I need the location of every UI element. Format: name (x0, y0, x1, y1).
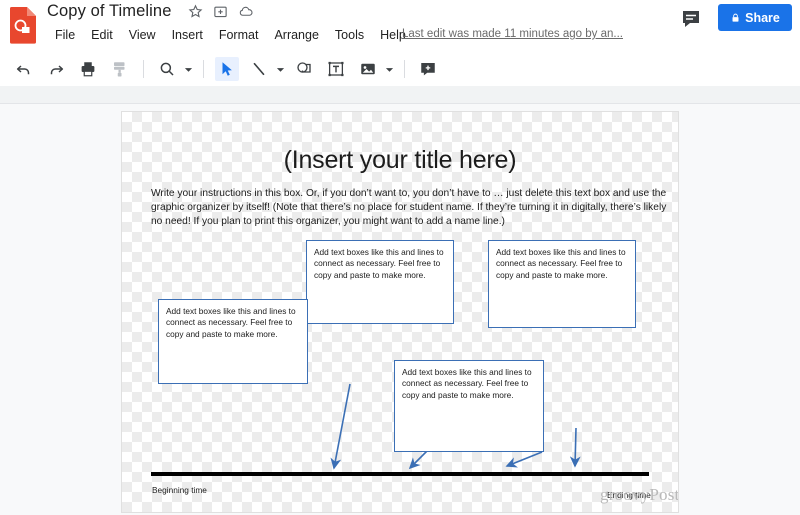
connector-bottommid-to-timeline (505, 451, 543, 468)
line-dropdown-chevron-down-icon[interactable] (275, 57, 286, 81)
drawing-toolbar (0, 52, 800, 86)
add-comment-icon[interactable] (416, 57, 440, 81)
canvas-area: (Insert your title here) Write your inst… (0, 104, 800, 515)
cloud-saved-icon[interactable] (238, 4, 253, 19)
menu-item-view[interactable]: View (121, 26, 164, 44)
shape-icon[interactable] (292, 57, 316, 81)
select-cursor-icon[interactable] (215, 57, 239, 81)
menu-item-tools[interactable]: Tools (327, 26, 372, 44)
image-dropdown-chevron-down-icon[interactable] (384, 57, 395, 81)
redo-icon[interactable] (44, 57, 68, 81)
app-header: Copy of Timeline File Edit View Insert F… (0, 0, 800, 52)
line-icon[interactable] (247, 57, 271, 81)
menu-item-arrange[interactable]: Arrange (266, 26, 326, 44)
text-box-top-right[interactable]: Add text boxes like this and lines to co… (488, 240, 636, 328)
toolbar-separator (143, 60, 144, 78)
text-box-left[interactable]: Add text boxes like this and lines to co… (158, 299, 308, 384)
toolbar-separator (203, 60, 204, 78)
star-icon[interactable] (188, 4, 203, 19)
ruler-band: 12345678910 (0, 86, 800, 188)
text-box-top-left[interactable]: Add text boxes like this and lines to co… (306, 240, 454, 324)
image-icon[interactable] (356, 57, 380, 81)
slide-title[interactable]: (Insert your title here) (122, 146, 678, 175)
menu-item-file[interactable]: File (47, 26, 83, 44)
slide-canvas[interactable]: (Insert your title here) Write your inst… (122, 112, 678, 512)
paint-format-icon[interactable] (108, 57, 132, 81)
menu-item-edit[interactable]: Edit (83, 26, 121, 44)
connector-topright-to-timeline (569, 427, 581, 468)
print-icon[interactable] (76, 57, 100, 81)
share-button[interactable]: Share (718, 4, 792, 31)
share-label: Share (745, 10, 780, 25)
title-action-icons (188, 4, 253, 19)
watermark: groovyPost.com (600, 485, 678, 504)
toolbar-separator (404, 60, 405, 78)
google-slides-window: Copy of Timeline File Edit View Insert F… (0, 0, 800, 515)
zoom-icon[interactable] (155, 57, 179, 81)
text-box-icon[interactable] (324, 57, 348, 81)
zoom-dropdown-chevron-down-icon[interactable] (183, 57, 194, 81)
move-to-folder-icon[interactable] (213, 4, 228, 19)
instructions-textbox[interactable]: Write your instructions in this box. Or,… (151, 187, 670, 228)
menu-item-insert[interactable]: Insert (164, 26, 211, 44)
comment-icon[interactable] (679, 7, 703, 31)
connector-left-to-timeline (330, 383, 351, 470)
text-box-bottom-mid[interactable]: Add text boxes like this and lines to co… (394, 360, 544, 452)
menu-bar: File Edit View Insert Format Arrange Too… (47, 26, 414, 44)
undo-icon[interactable] (12, 57, 36, 81)
timeline-start-label[interactable]: Beginning time (152, 485, 207, 495)
lock-icon (730, 12, 741, 24)
timeline-axis[interactable] (151, 472, 649, 476)
google-slides-icon[interactable] (8, 6, 38, 44)
last-edit-status[interactable]: Last edit was made 11 minutes ago by an.… (402, 28, 623, 40)
document-title[interactable]: Copy of Timeline (47, 2, 172, 21)
menu-item-format[interactable]: Format (211, 26, 267, 44)
